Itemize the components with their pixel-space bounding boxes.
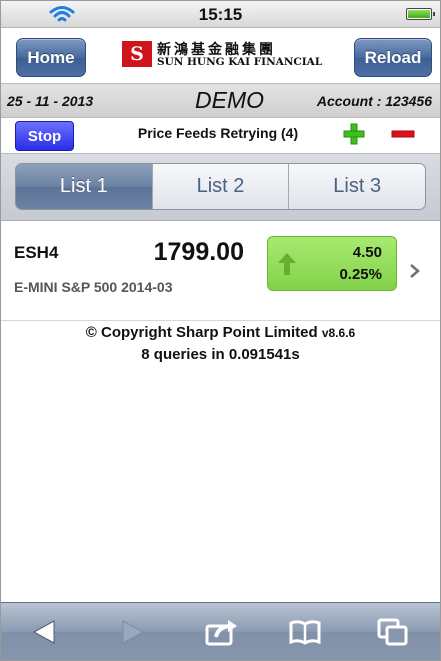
info-bar: 25 - 11 - 2013 DEMO Account : 123456 (1, 83, 440, 118)
stop-button[interactable]: Stop (15, 121, 74, 151)
up-arrow-icon (278, 253, 296, 275)
session-date: 25 - 11 - 2013 (7, 93, 94, 109)
mode-label: DEMO (195, 87, 264, 113)
reload-button[interactable]: Reload (354, 38, 432, 77)
account-label: Account : 123456 (316, 93, 432, 109)
feed-bar: Stop Price Feeds Retrying (4) (1, 118, 440, 153)
back-icon[interactable] (28, 617, 62, 647)
app-frame: 15:15 Home S 新鴻基金融集團 SUN HUNG KAI FINANC… (0, 0, 441, 661)
quote-price: 1799.00 (153, 238, 244, 266)
tab-list-3[interactable]: List 3 (289, 164, 425, 209)
logo-english-name: SUN HUNG KAI FINANCIAL (157, 56, 323, 68)
tab-list-2[interactable]: List 2 (152, 164, 290, 209)
quote-change-box: 4.50 0.25% (267, 236, 397, 291)
tab-list-1[interactable]: List 1 (16, 164, 153, 209)
quote-description: E-MINI S&P 500 2014-03 (14, 279, 173, 295)
share-icon[interactable] (204, 617, 238, 647)
bookmarks-icon[interactable] (288, 617, 322, 647)
pages-icon[interactable] (376, 617, 410, 647)
copyright-text: © Copyright Sharp Point Limited (85, 324, 318, 341)
query-stats: 8 queries in 0.091541s (141, 346, 300, 363)
status-bar: 15:15 (1, 1, 440, 28)
plus-icon[interactable] (342, 122, 366, 146)
quote-row[interactable]: ESH4 E-MINI S&P 500 2014-03 1799.00 4.50… (1, 221, 440, 321)
app-header: Home S 新鴻基金融集團 SUN HUNG KAI FINANCIAL Re… (1, 29, 440, 83)
logo-mark: S (122, 41, 152, 67)
list-tabs: List 1 List 2 List 3 (15, 163, 426, 210)
battery-icon (406, 8, 435, 20)
copyright-footer: © Copyright Sharp Point Limited v8.6.6 8… (1, 321, 440, 366)
version-label: v8.6.6 (321, 326, 356, 340)
price-feed-status: Price Feeds Retrying (4) (137, 125, 299, 141)
quote-symbol: ESH4 (14, 243, 59, 262)
home-button[interactable]: Home (16, 38, 86, 77)
forward-icon[interactable] (115, 617, 149, 647)
list-tabs-bar: List 1 List 2 List 3 (1, 153, 440, 221)
chevron-right-icon[interactable] (409, 263, 421, 279)
browser-toolbar (1, 602, 440, 660)
minus-icon[interactable] (391, 122, 415, 146)
company-logo: S 新鴻基金融集團 SUN HUNG KAI FINANCIAL (122, 39, 322, 69)
quote-change-value: 4.50 (352, 244, 382, 261)
quote-change-percent: 0.25% (339, 266, 382, 283)
clock: 15:15 (198, 5, 243, 24)
